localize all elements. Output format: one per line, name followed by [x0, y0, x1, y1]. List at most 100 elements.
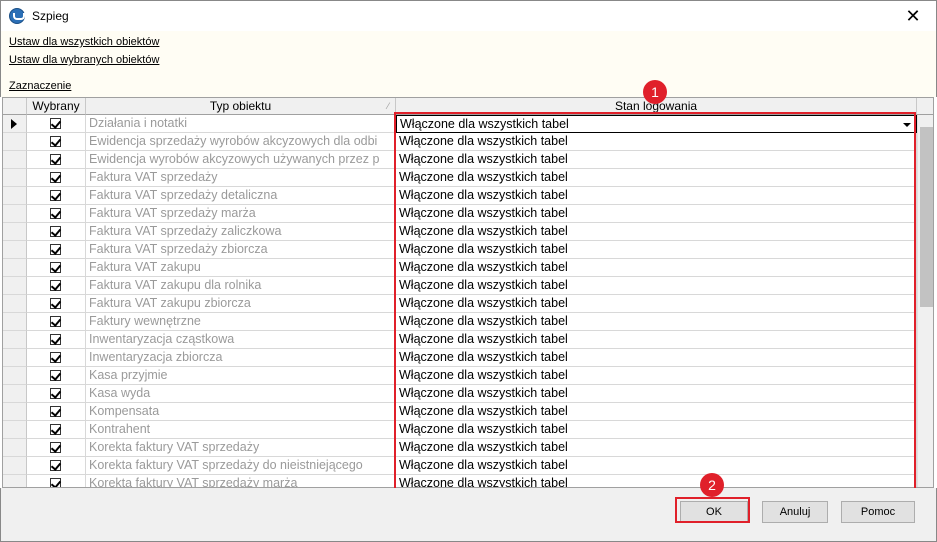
table-row[interactable]: Faktura VAT zakupu Włączone dla wszystkic… [3, 259, 917, 277]
logging-state-cell[interactable]: Włączone dla wszystkich tabel [396, 475, 917, 487]
logging-state-cell[interactable]: Włączone dla wszystkich tabel [396, 439, 917, 457]
table-row[interactable]: Faktura VAT sprzedaży zaliczkowa Włączone… [3, 223, 917, 241]
selected-checkbox[interactable] [50, 370, 61, 381]
table-row[interactable]: Kompensata Włączone dla wszystkich tabel [3, 403, 917, 421]
logging-state-cell[interactable]: Włączone dla wszystkich tabel [396, 169, 917, 187]
row-indicator[interactable] [3, 187, 27, 205]
selected-checkbox[interactable] [50, 334, 61, 345]
selected-checkbox[interactable] [50, 262, 61, 273]
selected-checkbox[interactable] [50, 298, 61, 309]
selected-checkbox[interactable] [50, 442, 61, 453]
row-indicator[interactable] [3, 439, 27, 457]
logging-state-cell[interactable]: Włączone dla wszystkich tabel [396, 349, 917, 367]
logging-state-cell[interactable]: Włączone dla wszystkich tabel [396, 205, 917, 223]
table-row[interactable]: Faktura VAT sprzedaży zbiorcza Włączone d… [3, 241, 917, 259]
vertical-scrollbar[interactable] [917, 115, 933, 487]
selected-checkbox[interactable] [50, 244, 61, 255]
logging-state-cell[interactable]: Włączone dla wszystkich tabel [396, 295, 917, 313]
object-type-cell[interactable]: Inwentaryzacja zbiorcza [86, 349, 396, 367]
object-type-cell[interactable]: Faktura VAT zakupu zbiorcza [86, 295, 396, 313]
object-type-cell[interactable]: Faktura VAT sprzedaży [86, 169, 396, 187]
row-indicator[interactable] [3, 169, 27, 187]
logging-state-cell[interactable]: Włączone dla wszystkich tabel [396, 187, 917, 205]
table-row[interactable]: Faktura VAT sprzedaży detaliczna Włączone… [3, 187, 917, 205]
selected-checkbox[interactable] [50, 316, 61, 327]
object-type-cell[interactable]: Kasa przyjmie [86, 367, 396, 385]
dropdown-arrow-icon[interactable] [903, 123, 911, 127]
selected-checkbox[interactable] [50, 424, 61, 435]
selected-checkbox[interactable] [50, 226, 61, 237]
selected-checkbox[interactable] [50, 478, 61, 487]
table-row[interactable]: Ewidencja wyrobów akcyzowych używanych p… [3, 151, 917, 169]
row-indicator[interactable] [3, 349, 27, 367]
object-type-cell[interactable]: Faktura VAT sprzedaży zaliczkowa [86, 223, 396, 241]
selected-checkbox[interactable] [50, 172, 61, 183]
object-type-cell[interactable]: Kompensata [86, 403, 396, 421]
object-type-cell[interactable]: Ewidencja sprzedaży wyrobów akcyzowych d… [86, 133, 396, 151]
object-type-cell[interactable]: Faktury wewnętrzne [86, 313, 396, 331]
table-row[interactable]: Korekta faktury VAT sprzedaży Włączone dl… [3, 439, 917, 457]
row-indicator[interactable] [3, 277, 27, 295]
object-type-cell[interactable]: Faktura VAT zakupu [86, 259, 396, 277]
close-button[interactable]: ✕ [890, 1, 936, 32]
table-row[interactable]: Ewidencja sprzedaży wyrobów akcyzowych d… [3, 133, 917, 151]
object-type-cell[interactable]: Korekta faktury VAT sprzedaży [86, 439, 396, 457]
table-row[interactable]: Inwentaryzacja cząstkowa Włączone dla wsz… [3, 331, 917, 349]
table-row[interactable]: Faktury wewnętrzne Włączone dla wszystkic… [3, 313, 917, 331]
row-indicator[interactable] [3, 385, 27, 403]
row-indicator[interactable] [3, 259, 27, 277]
table-row[interactable]: Faktura VAT zakupu zbiorcza Włączone dla … [3, 295, 917, 313]
row-indicator[interactable] [3, 403, 27, 421]
selected-checkbox[interactable] [50, 136, 61, 147]
object-type-cell[interactable]: Korekta faktury VAT sprzedaży marża [86, 475, 396, 487]
selected-checkbox[interactable] [50, 406, 61, 417]
selected-checkbox[interactable] [50, 154, 61, 165]
row-indicator[interactable] [3, 133, 27, 151]
table-row[interactable]: Działania i notatki Włączone dla wszystki… [3, 115, 917, 133]
column-header-type[interactable]: Typ obiektu ⁄ [86, 98, 396, 115]
selected-checkbox[interactable] [50, 208, 61, 219]
row-indicator[interactable] [3, 205, 27, 223]
table-row[interactable]: Faktura VAT sprzedaży Włączone dla wszyst… [3, 169, 917, 187]
row-indicator[interactable] [3, 241, 27, 259]
logging-state-dropdown[interactable]: Włączone dla wszystkich tabel [396, 115, 917, 133]
selected-checkbox[interactable] [50, 460, 61, 471]
row-indicator[interactable] [3, 313, 27, 331]
table-row[interactable]: Korekta faktury VAT sprzedaży do nieistn… [3, 457, 917, 475]
selected-checkbox[interactable] [50, 190, 61, 201]
cancel-button[interactable]: Anuluj [762, 501, 828, 523]
logging-state-cell[interactable]: Włączone dla wszystkich tabel [396, 331, 917, 349]
logging-state-cell[interactable]: Włączone dla wszystkich tabel [396, 457, 917, 475]
row-indicator[interactable] [3, 421, 27, 439]
selected-checkbox[interactable] [50, 352, 61, 363]
object-type-cell[interactable]: Faktura VAT zakupu dla rolnika [86, 277, 396, 295]
object-type-cell[interactable]: Kasa wyda [86, 385, 396, 403]
row-indicator[interactable] [3, 151, 27, 169]
logging-state-cell[interactable]: Włączone dla wszystkich tabel [396, 133, 917, 151]
row-indicator[interactable] [3, 115, 27, 133]
scrollbar-thumb[interactable] [920, 127, 933, 307]
object-type-cell[interactable]: Działania i notatki [86, 115, 396, 133]
object-type-cell[interactable]: Faktura VAT sprzedaży zbiorcza [86, 241, 396, 259]
row-indicator[interactable] [3, 475, 27, 487]
set-for-selected-objects-link[interactable]: Ustaw dla wybranych obiektów [9, 54, 159, 66]
row-indicator[interactable] [3, 295, 27, 313]
table-row[interactable]: Kasa wyda Włączone dla wszystkich tabel [3, 385, 917, 403]
selected-checkbox[interactable] [50, 118, 61, 129]
logging-state-cell[interactable]: Włączone dla wszystkich tabel [396, 223, 917, 241]
logging-state-cell[interactable]: Włączone dla wszystkich tabel [396, 313, 917, 331]
table-row[interactable]: Faktura VAT sprzedaży marża Włączone dla … [3, 205, 917, 223]
logging-state-cell[interactable]: Włączone dla wszystkich tabel [396, 277, 917, 295]
column-header-selected[interactable]: Wybrany [27, 98, 86, 115]
logging-state-cell[interactable]: Włączone dla wszystkich tabel [396, 151, 917, 169]
table-row[interactable]: Kasa przyjmie Włączone dla wszystkich tab… [3, 367, 917, 385]
logging-state-cell[interactable]: Włączone dla wszystkich tabel [396, 259, 917, 277]
logging-state-cell[interactable]: Włączone dla wszystkich tabel [396, 367, 917, 385]
logging-state-cell[interactable]: Włączone dla wszystkich tabel [396, 403, 917, 421]
set-for-all-objects-link[interactable]: Ustaw dla wszystkich obiektów [9, 36, 159, 48]
close-icon[interactable]: ✕ [905, 6, 920, 27]
table-row[interactable]: Korekta faktury VAT sprzedaży marża Włącz… [3, 475, 917, 487]
selection-link[interactable]: Zaznaczenie [9, 80, 71, 92]
table-row[interactable]: Inwentaryzacja zbiorcza Włączone dla wszy… [3, 349, 917, 367]
object-type-cell[interactable]: Kontrahent [86, 421, 396, 439]
